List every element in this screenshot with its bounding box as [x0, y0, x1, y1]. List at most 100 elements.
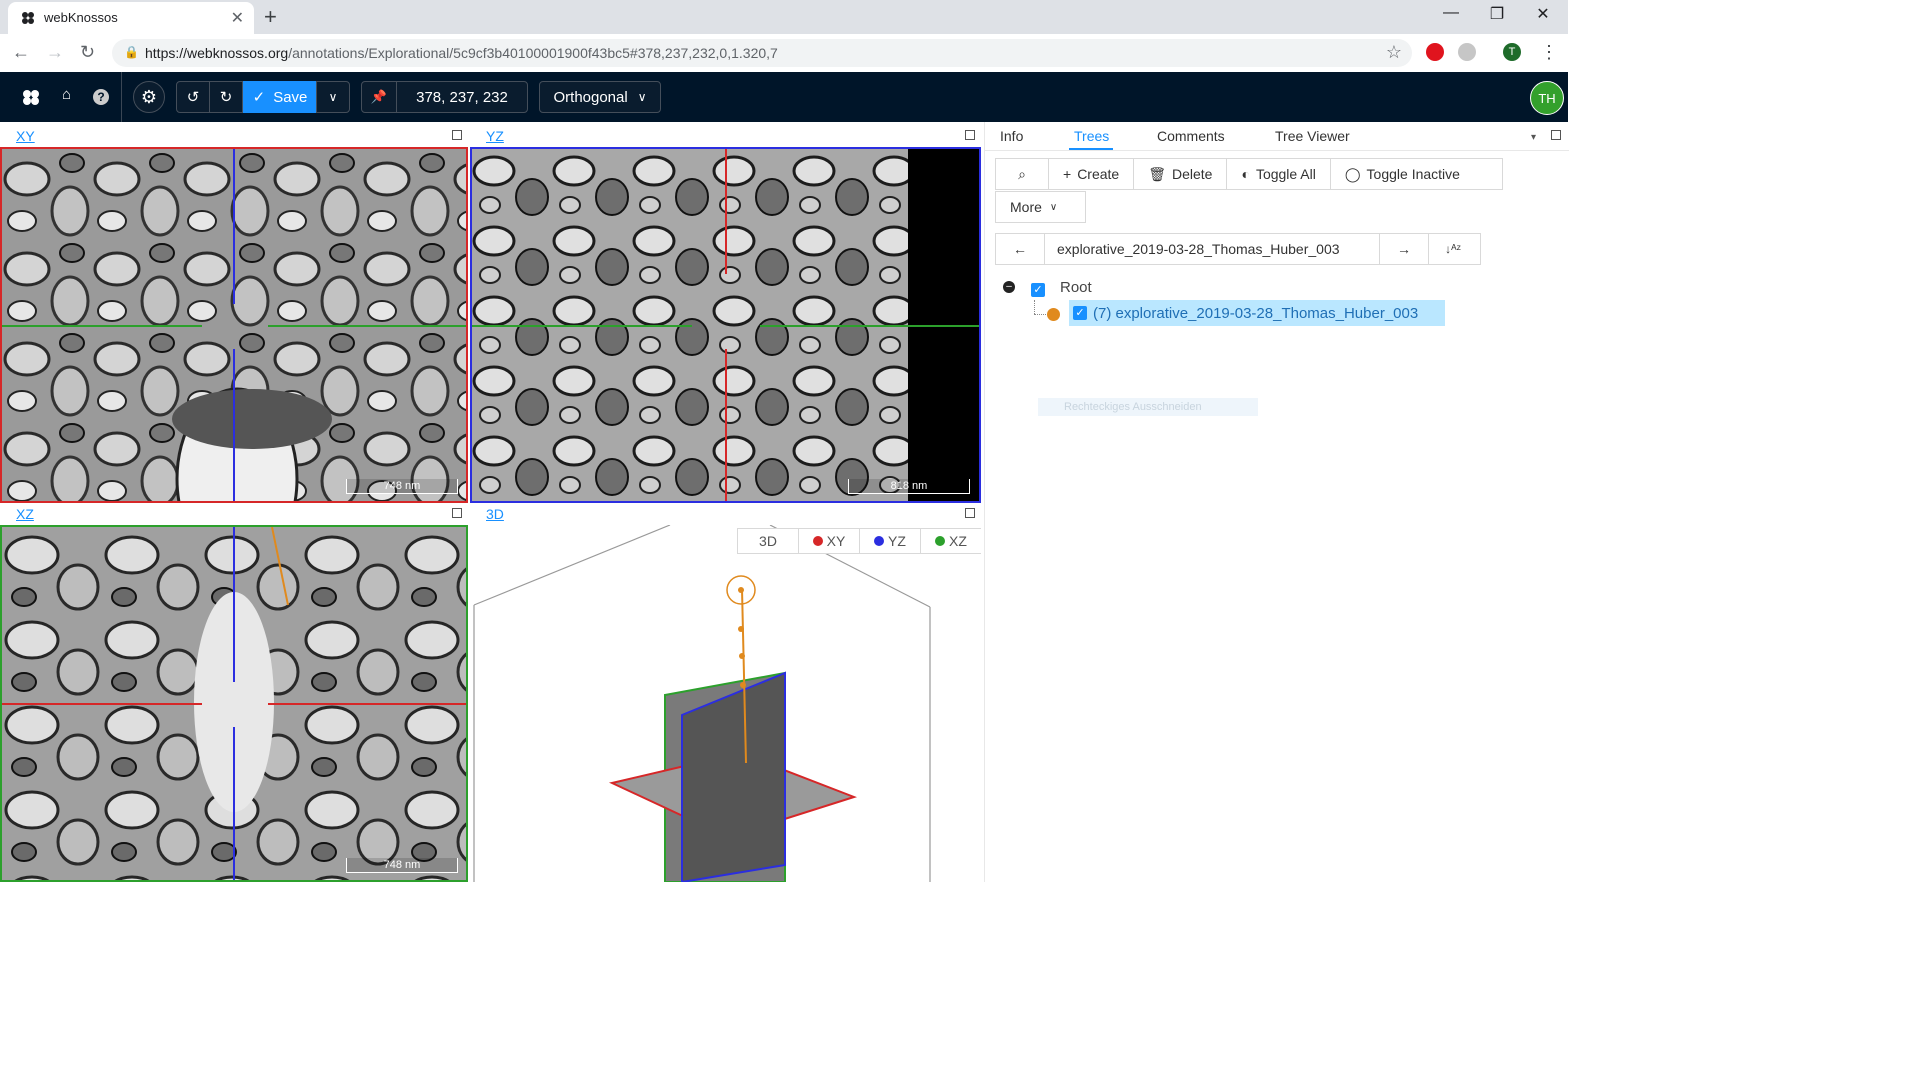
viewport-tab-xz[interactable]: XZ [16, 506, 34, 522]
tree-item-checkbox[interactable]: ✓ [1073, 306, 1087, 320]
viewport-yz[interactable]: 818 nm [470, 147, 981, 503]
yz-view-label: YZ [888, 533, 906, 549]
redo-icon: ↻ [219, 89, 233, 106]
address-bar[interactable]: 🔒 https://webknossos.org/annotations/Exp… [112, 39, 1412, 67]
forward-icon[interactable]: → [46, 42, 64, 63]
restore-icon[interactable]: ❐ [1474, 4, 1520, 24]
xy-view-label: XY [826, 533, 846, 549]
more-label: More [1010, 199, 1042, 215]
minimize-icon[interactable]: — [1428, 4, 1474, 22]
new-tab-icon[interactable]: + [264, 4, 277, 30]
xz-view-button[interactable]: XZ [921, 529, 981, 553]
viewport-tab-yz[interactable]: YZ [486, 128, 504, 144]
toggle-inactive-label: Toggle Inactive [1366, 166, 1460, 182]
3d-view-button[interactable]: 3D [738, 529, 799, 553]
view-mode-label: Orthogonal [553, 88, 628, 106]
user-avatar[interactable]: TH [1530, 81, 1564, 115]
tree-line [1034, 300, 1036, 314]
delete-button[interactable]: 🗑 Delete [1134, 159, 1228, 189]
xz-view-label: XZ [949, 533, 967, 549]
more-button[interactable]: More ∨ [995, 191, 1086, 223]
viewport-3d[interactable]: 3D XY YZ XZ [470, 525, 981, 882]
scale-bar-xz: 748 nm [346, 858, 458, 873]
save-label: Save [273, 88, 308, 106]
opera-extension-icon[interactable] [1426, 43, 1444, 61]
toggle-icon: ◐ [1241, 166, 1250, 182]
redo-button[interactable]: ↻ [209, 81, 243, 113]
em-image-yz [472, 149, 979, 501]
root-checkbox[interactable]: ✓ [1031, 283, 1045, 297]
tree-color-dot [1047, 308, 1060, 321]
maximize-icon[interactable] [452, 130, 462, 140]
maximize-icon[interactable] [1551, 130, 1561, 140]
maximize-icon[interactable] [452, 508, 462, 518]
viewport-tab-xy[interactable]: XY [16, 128, 35, 144]
chevron-down-icon: ∨ [1049, 201, 1058, 213]
app-toolbar: ⌂ ? ⚙ ↺ ↻ ✓ Save ∨ 📌 378, 237, 232 Ortho… [0, 72, 1568, 122]
create-button[interactable]: + Create [1049, 159, 1135, 189]
3d-scene [473, 525, 931, 882]
save-button[interactable]: ✓ Save [243, 81, 317, 113]
toggle-icon: ◯ [1344, 165, 1361, 182]
bookmark-star-icon[interactable]: ☆ [1386, 42, 1402, 63]
browser-menu-icon[interactable]: ⋮ [1540, 42, 1558, 63]
tree-item-selected[interactable]: ✓ (7) explorative_2019-03-28_Thomas_Hube… [1069, 300, 1445, 326]
search-button[interactable]: ⌕ [996, 159, 1049, 189]
collapse-root-icon[interactable]: – [1003, 281, 1015, 293]
view-mode-select[interactable]: Orthogonal ∨ [539, 81, 661, 113]
lock-icon: 🔒 [124, 45, 139, 59]
pin-icon: 📌 [370, 89, 388, 104]
viewport-xy[interactable]: 748 nm [0, 147, 468, 503]
ghost-overlay: Rechteckiges Ausschneiden [1038, 398, 1258, 416]
drive-extension-icon[interactable] [1458, 43, 1476, 61]
back-icon[interactable]: ← [12, 42, 30, 63]
arrow-right-icon: → [1397, 241, 1411, 257]
active-tree-name[interactable]: explorative_2019-03-28_Thomas_Huber_003 [1045, 234, 1380, 264]
undo-icon: ↺ [186, 89, 200, 106]
home-icon[interactable]: ⌂ [62, 86, 71, 103]
tab-trees[interactable]: Trees [1074, 128, 1109, 144]
em-image-xz [2, 527, 466, 880]
pin-position-button[interactable]: 📌 [361, 81, 397, 113]
active-tree-navigator: ← explorative_2019-03-28_Thomas_Huber_00… [995, 233, 1481, 265]
tab-info[interactable]: Info [1000, 128, 1023, 144]
root-label[interactable]: Root [1060, 279, 1092, 296]
reload-icon[interactable]: ↻ [80, 42, 95, 63]
clover-favicon-icon [20, 10, 36, 31]
arrow-left-icon: ← [1013, 241, 1027, 257]
url-path: /annotations/Explorational/5c9cf3b401000… [288, 45, 778, 61]
xy-view-button[interactable]: XY [799, 529, 860, 553]
panel-collapse-icon[interactable]: ▾ [1531, 132, 1536, 143]
viewport-tab-3d[interactable]: 3D [486, 506, 504, 522]
viewport-xz[interactable]: 748 nm [0, 525, 468, 882]
help-icon[interactable]: ? [93, 89, 109, 105]
toggle-inactive-button[interactable]: ◯ Toggle Inactive [1331, 159, 1474, 189]
undo-button[interactable]: ↺ [176, 81, 210, 113]
tab-divider [985, 150, 1569, 151]
tab-tree-viewer[interactable]: Tree Viewer [1275, 128, 1350, 144]
browser-tab-strip: webKnossos ✕ + — ❐ ✕ [0, 0, 1568, 34]
em-image-xy [2, 149, 466, 501]
scale-bar-xy: 748 nm [346, 479, 458, 494]
next-tree-button[interactable]: → [1380, 234, 1429, 264]
settings-button[interactable]: ⚙ [133, 81, 165, 113]
browser-tab[interactable]: webKnossos ✕ [8, 2, 254, 34]
address-bar-row: ← → ↻ 🔒 https://webknossos.org/annotatio… [0, 34, 1568, 73]
window-close-icon[interactable]: ✕ [1520, 4, 1566, 24]
maximize-icon[interactable] [965, 508, 975, 518]
3d-view-buttons: 3D XY YZ XZ [737, 528, 981, 554]
clover-logo-icon[interactable] [20, 88, 42, 113]
search-icon: ⌕ [1018, 165, 1026, 182]
sort-button[interactable]: ↓ᴬᶻ [1429, 234, 1477, 264]
close-tab-icon[interactable]: ✕ [231, 8, 244, 28]
toggle-all-button[interactable]: ◐ Toggle All [1227, 159, 1331, 189]
profile-avatar[interactable]: T [1503, 43, 1521, 61]
save-dropdown-button[interactable]: ∨ [316, 81, 350, 113]
position-input[interactable]: 378, 237, 232 [396, 81, 528, 113]
toggle-all-label: Toggle All [1255, 166, 1316, 182]
maximize-icon[interactable] [965, 130, 975, 140]
prev-tree-button[interactable]: ← [996, 234, 1045, 264]
trash-icon: 🗑 [1148, 165, 1166, 182]
yz-view-button[interactable]: YZ [860, 529, 921, 553]
tab-comments[interactable]: Comments [1157, 128, 1225, 144]
